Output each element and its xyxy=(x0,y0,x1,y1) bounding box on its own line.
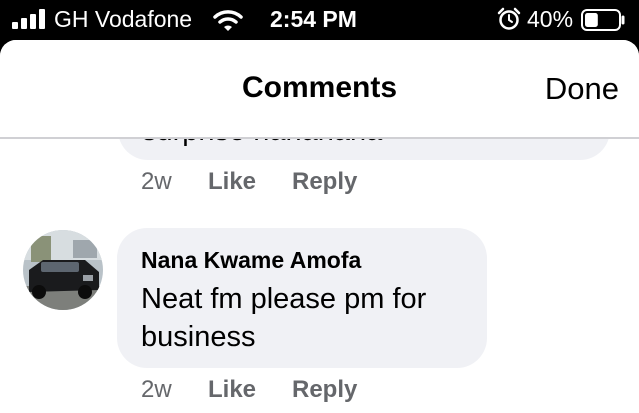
phone-screen: GH Vodafone 2:54 PM 40% Comments Done su… xyxy=(0,0,639,413)
reply-button[interactable]: Reply xyxy=(292,168,357,196)
avatar-image xyxy=(23,230,103,310)
comment-actions: 2w Like Reply xyxy=(141,376,357,404)
signal-icon xyxy=(12,9,45,29)
like-button[interactable]: Like xyxy=(208,168,292,196)
carrier-name: GH Vodafone xyxy=(54,6,193,32)
like-button[interactable]: Like xyxy=(208,376,292,404)
battery-icon xyxy=(581,9,625,31)
comment-bubble: Nana Kwame Amofa Neat fm please pm for b… xyxy=(117,228,487,368)
alarm-icon xyxy=(497,7,521,30)
sheet-title: Comments xyxy=(241,71,398,104)
comments-sheet: Comments Done surprise hahahaha 2wLikeRe… xyxy=(0,40,639,413)
sheet-header: Comments Done xyxy=(0,40,639,139)
done-button[interactable]: Done xyxy=(545,71,619,107)
status-time: 2:54 PM xyxy=(270,6,357,32)
comment-text: Neat fm please pm for business xyxy=(141,283,427,353)
comment-author[interactable]: Nana Kwame Amofa xyxy=(141,246,361,274)
wifi-icon xyxy=(213,10,243,31)
reply-button[interactable]: Reply xyxy=(292,376,357,404)
comment-actions: 2w Like Reply xyxy=(141,168,357,196)
status-bar: GH Vodafone 2:54 PM 40% xyxy=(0,0,639,40)
comment-timestamp: 2w xyxy=(141,168,172,195)
comment-timestamp: 2w xyxy=(141,376,172,403)
avatar[interactable] xyxy=(23,230,103,310)
battery-percent: 40% xyxy=(527,6,574,32)
